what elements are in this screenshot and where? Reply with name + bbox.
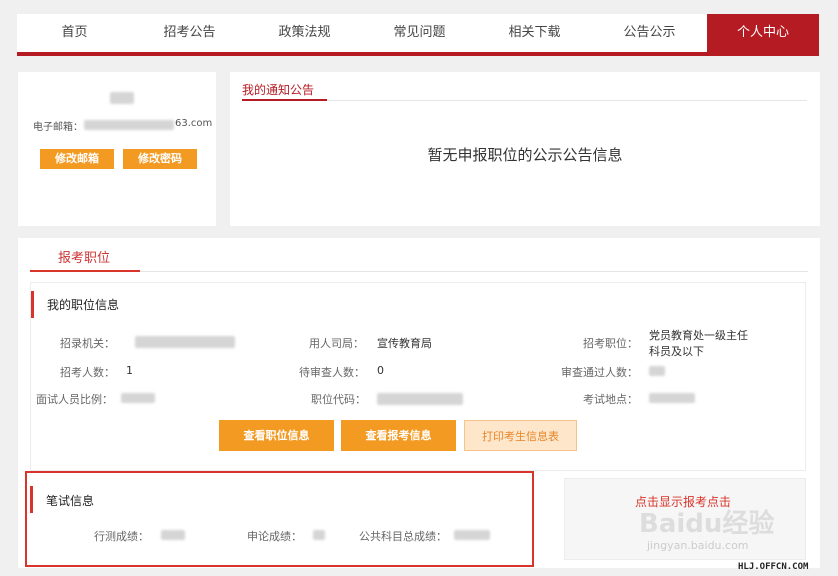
email-label: 电子邮箱： bbox=[33, 122, 83, 133]
section-accent bbox=[30, 486, 33, 513]
position-panel: 报考职位 我的职位信息 招录机关： 用人司局： 宣传教育局 招考职位： 党员教育… bbox=[18, 238, 820, 568]
public-total-score-label: 公共科目总成绩： bbox=[359, 530, 447, 543]
notice-panel: 我的通知公告 暂无申报职位的公示公告信息 bbox=[230, 72, 820, 226]
xingce-score-label: 行测成绩： bbox=[94, 530, 149, 543]
side-box: 点击显示报考点击 Baidu经验 jingyan.baidu.com bbox=[564, 478, 806, 560]
interview-ratio-label: 面试人员比例： bbox=[36, 393, 113, 406]
recruit-count-value: 1 bbox=[126, 364, 133, 377]
position-code-label: 职位代码： bbox=[311, 393, 366, 406]
interview-ratio-redacted bbox=[121, 393, 155, 403]
username-redacted bbox=[110, 92, 134, 104]
my-position-box: 我的职位信息 招录机关： 用人司局： 宣传教育局 招考职位： 党员教育处一级主任… bbox=[30, 282, 806, 471]
view-position-button[interactable]: 查看职位信息 bbox=[219, 420, 334, 451]
change-email-button[interactable]: 修改邮箱 bbox=[40, 149, 114, 169]
post-value-line1: 党员教育处一级主任 bbox=[649, 329, 748, 342]
position-tab[interactable]: 报考职位 bbox=[58, 247, 110, 266]
agency-label: 招录机关： bbox=[60, 337, 115, 350]
shenlun-score-label: 申论成绩： bbox=[247, 530, 302, 543]
site-watermark: HLJ.OFFCN.COM bbox=[738, 562, 809, 572]
exam-location-redacted bbox=[649, 393, 695, 403]
pending-count-value: 0 bbox=[377, 364, 384, 377]
email-suffix: 63.com bbox=[175, 118, 213, 129]
nav-personal-center[interactable]: 个人中心 bbox=[707, 14, 819, 52]
public-total-score-redacted bbox=[454, 530, 490, 540]
written-exam-title: 笔试信息 bbox=[46, 494, 95, 508]
post-label: 招考职位： bbox=[583, 337, 638, 350]
print-candidate-info-button[interactable]: 打印考生信息表 bbox=[464, 420, 577, 451]
notice-tab-underline bbox=[242, 99, 327, 101]
dept-label: 用人司局： bbox=[309, 337, 364, 350]
view-application-button[interactable]: 查看报考信息 bbox=[341, 420, 456, 451]
shenlun-score-redacted bbox=[313, 530, 325, 540]
position-tab-underline bbox=[30, 270, 140, 272]
position-code-redacted bbox=[377, 393, 463, 405]
nav-public-notices[interactable]: 公告公示 bbox=[592, 14, 707, 52]
written-exam-box: 笔试信息 行测成绩： 申论成绩： 公共科目总成绩： bbox=[25, 471, 534, 567]
baidu-watermark-url: jingyan.baidu.com bbox=[647, 539, 749, 552]
notice-tab[interactable]: 我的通知公告 bbox=[242, 81, 314, 98]
nav-announcements[interactable]: 招考公告 bbox=[132, 14, 247, 52]
nav-policies[interactable]: 政策法规 bbox=[247, 14, 362, 52]
section-accent bbox=[31, 291, 34, 318]
dept-value: 宣传教育局 bbox=[377, 337, 432, 350]
approved-count-label: 审查通过人数： bbox=[561, 366, 638, 379]
email-redacted bbox=[84, 120, 174, 130]
divider bbox=[140, 271, 808, 272]
post-value-line2: 科员及以下 bbox=[649, 345, 704, 358]
divider bbox=[327, 100, 807, 101]
my-position-title: 我的职位信息 bbox=[47, 298, 120, 312]
nav-faq[interactable]: 常见问题 bbox=[362, 14, 477, 52]
nav-downloads[interactable]: 相关下载 bbox=[477, 14, 592, 52]
pending-count-label: 待审查人数： bbox=[299, 366, 365, 379]
top-navigation: 首页 招考公告 政策法规 常见问题 相关下载 公告公示 个人中心 bbox=[17, 14, 819, 56]
change-password-button[interactable]: 修改密码 bbox=[123, 149, 197, 169]
baidu-watermark: Baidu经验 bbox=[639, 509, 775, 539]
nav-home[interactable]: 首页 bbox=[17, 14, 132, 52]
approved-count-redacted bbox=[649, 366, 665, 376]
agency-value-redacted bbox=[135, 336, 235, 348]
recruit-count-label: 招考人数： bbox=[60, 366, 115, 379]
xingce-score-redacted bbox=[161, 530, 185, 540]
exam-location-label: 考试地点： bbox=[583, 393, 638, 406]
notice-empty-text: 暂无申报职位的公示公告信息 bbox=[427, 146, 623, 164]
profile-panel: 电子邮箱： 63.com 修改邮箱 修改密码 bbox=[18, 72, 216, 226]
